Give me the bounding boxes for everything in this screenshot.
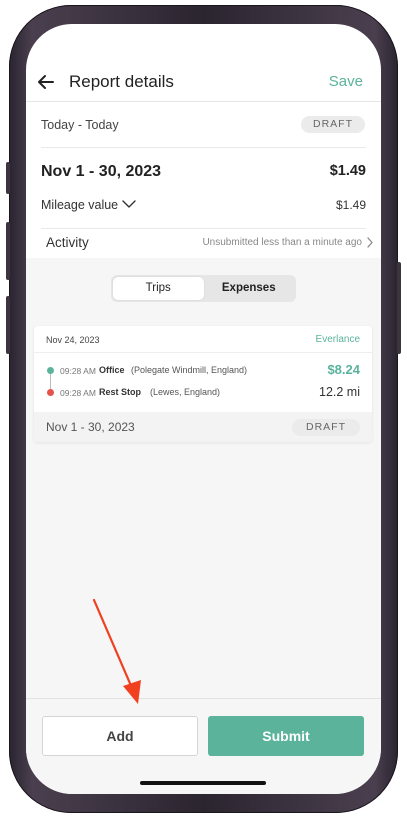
activity-label: Activity bbox=[46, 235, 89, 250]
mileage-toggle[interactable]: Mileage value bbox=[41, 198, 118, 212]
content-area bbox=[26, 258, 381, 698]
save-button[interactable]: Save bbox=[329, 73, 363, 90]
stop-detail: (Polegate Windmill, England) bbox=[131, 365, 248, 375]
divider bbox=[41, 147, 366, 148]
stop-time: 09:28 AM bbox=[60, 366, 96, 376]
side-button bbox=[397, 262, 401, 354]
stop-name: Office bbox=[99, 365, 125, 375]
status-badge: DRAFT bbox=[292, 419, 360, 436]
period-total: $1.49 bbox=[329, 163, 366, 179]
stop-name: Rest Stop bbox=[99, 387, 142, 397]
arrow-annotation-icon bbox=[92, 598, 141, 704]
arrow-left-icon[interactable] bbox=[36, 72, 56, 92]
period-title: Nov 1 - 30, 2023 bbox=[41, 163, 162, 180]
page-title: Report details bbox=[69, 72, 174, 91]
stop-detail: (Lewes, England) bbox=[150, 387, 221, 397]
trip-date: Nov 24, 2023 bbox=[46, 335, 100, 345]
card-footer: Nov 1 - 30, 2023 DRAFT bbox=[34, 412, 372, 442]
side-button bbox=[6, 222, 10, 280]
divider bbox=[26, 101, 381, 102]
start-dot-icon bbox=[47, 367, 54, 374]
segmented-control: Trips Expenses bbox=[111, 275, 296, 302]
end-dot-icon bbox=[47, 389, 54, 396]
chevron-right-icon bbox=[367, 237, 373, 248]
divider bbox=[41, 228, 366, 229]
status-badge: DRAFT bbox=[301, 116, 365, 133]
trip-distance: 12.2 mi bbox=[319, 385, 360, 399]
tab-trips[interactable]: Trips bbox=[113, 277, 204, 300]
trip-card[interactable]: Nov 24, 2023 Everlance 09:28 AM Office (… bbox=[34, 326, 372, 442]
mileage-value: $1.49 bbox=[335, 198, 366, 212]
tab-expenses[interactable]: Expenses bbox=[204, 277, 295, 300]
divider bbox=[34, 352, 372, 353]
date-range-label: Today - Today bbox=[41, 118, 119, 132]
side-button bbox=[6, 162, 10, 194]
bottom-action-bar: Add Submit bbox=[26, 698, 381, 794]
trip-source: Everlance bbox=[315, 334, 360, 345]
screen: Report details Save Today - Today DRAFT … bbox=[26, 24, 381, 794]
stop-time: 09:28 AM bbox=[60, 388, 96, 398]
add-button[interactable]: Add bbox=[42, 716, 198, 756]
header: Report details Save bbox=[26, 24, 381, 102]
activity-status: Unsubmitted less than a minute ago bbox=[202, 237, 362, 248]
home-indicator bbox=[140, 781, 266, 785]
side-button bbox=[6, 296, 10, 354]
footer-period: Nov 1 - 30, 2023 bbox=[46, 420, 135, 434]
submit-button[interactable]: Submit bbox=[208, 716, 364, 756]
chevron-down-icon[interactable] bbox=[122, 199, 136, 209]
trip-amount: $8.24 bbox=[327, 362, 360, 377]
